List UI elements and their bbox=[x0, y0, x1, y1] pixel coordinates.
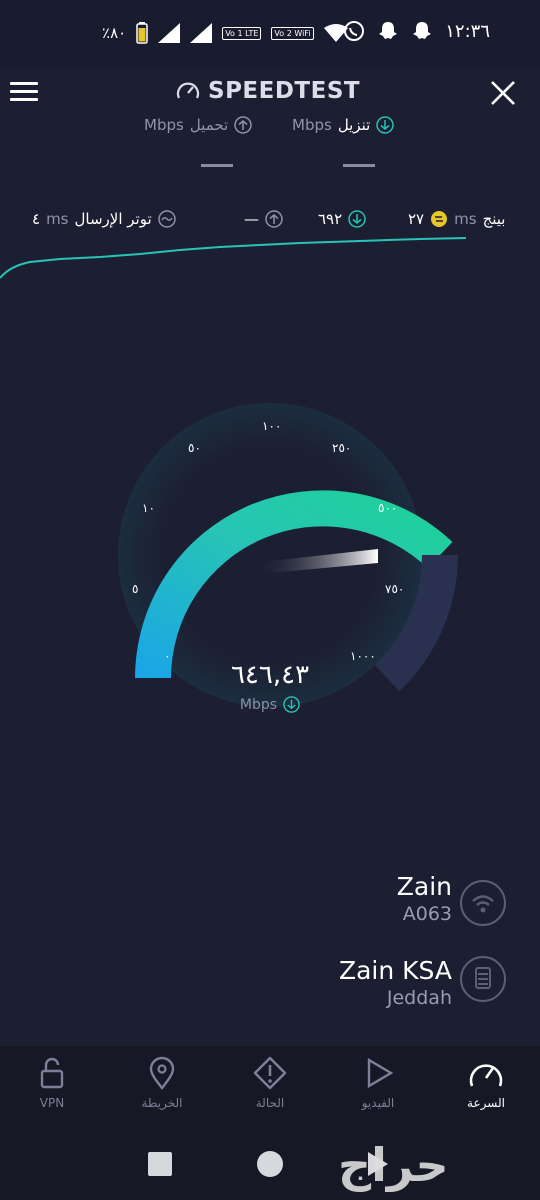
download-stat-value: ٦٩٢ bbox=[318, 210, 343, 228]
speed-graph-line bbox=[0, 237, 467, 279]
upload-label: تحميل bbox=[189, 116, 229, 134]
map-pin-icon bbox=[149, 1056, 175, 1090]
signal-icon-1 bbox=[158, 23, 181, 43]
gauge-tick-5: ٥ bbox=[132, 582, 138, 596]
download-metric-header: Mbps تنزيل bbox=[292, 116, 395, 134]
wifi-name: Zain bbox=[396, 872, 452, 901]
whatsapp-icon bbox=[344, 21, 365, 41]
sim2-badge: Vo 2 WiFi bbox=[271, 26, 314, 40]
wifi-sub: A063 bbox=[402, 903, 452, 925]
recents-button[interactable] bbox=[148, 1152, 172, 1176]
current-speed-unit-row: Mbps bbox=[0, 696, 540, 713]
lock-icon bbox=[40, 1057, 64, 1089]
wifi-info[interactable]: Zain A063 bbox=[397, 872, 452, 925]
status-bar: ٪٨٠ Vo 1 LTE Vo 2 WiFi ١٢:٣٦ bbox=[0, 0, 540, 68]
snapchat-icon-2 bbox=[413, 22, 432, 39]
speedometer-icon bbox=[176, 82, 200, 99]
app-title: SPEEDTEST bbox=[176, 78, 360, 104]
status-left: ٪٨٠ Vo 1 LTE Vo 2 WiFi bbox=[102, 22, 348, 44]
battery-percent: ٪٨٠ bbox=[102, 24, 127, 42]
current-speed-unit: Mbps bbox=[239, 696, 278, 713]
close-icon[interactable] bbox=[490, 80, 516, 106]
jitter-icon bbox=[157, 210, 176, 228]
download-label: تنزيل bbox=[337, 116, 371, 134]
gauge-tick-250: ٢٥٠ bbox=[332, 441, 351, 455]
ping-stat: ٢٧ ms بينج bbox=[408, 210, 505, 228]
home-button[interactable] bbox=[257, 1151, 283, 1177]
nav-speed[interactable]: السرعة bbox=[446, 1056, 526, 1110]
upload-stat-icon bbox=[265, 210, 283, 228]
upload-unit: Mbps bbox=[144, 116, 184, 134]
download-unit: Mbps bbox=[292, 116, 332, 134]
nav-map-label: الخريطة bbox=[141, 1096, 183, 1110]
provider-name: Zain KSA bbox=[338, 956, 452, 985]
download-value-placeholder bbox=[343, 164, 375, 167]
ping-icon bbox=[431, 211, 448, 227]
nav-status[interactable]: الحالة bbox=[230, 1056, 310, 1110]
upload-value-placeholder bbox=[201, 164, 233, 167]
status-right: ١٢:٣٦ bbox=[343, 20, 490, 42]
upload-stat-value: — bbox=[244, 210, 259, 228]
speedometer-nav-icon bbox=[469, 1064, 503, 1087]
gauge-tick-50: ٥٠ bbox=[188, 441, 201, 455]
download-indicator-icon bbox=[283, 696, 300, 713]
provider-info[interactable]: Zain KSA Jeddah bbox=[339, 956, 452, 1009]
ping-label: بينج bbox=[482, 210, 506, 228]
gauge-tick-10: ١٠ bbox=[142, 501, 155, 515]
ping-unit: ms bbox=[454, 210, 477, 228]
play-icon bbox=[367, 1057, 394, 1089]
jitter-stat: ٤ ms توتر الإرسال bbox=[32, 210, 176, 228]
upload-metric-header: Mbps تحميل bbox=[144, 116, 252, 134]
gauge-tick-750: ٧٥٠ bbox=[385, 582, 404, 596]
jitter-label: توتر الإرسال bbox=[74, 210, 152, 228]
nav-status-label: الحالة bbox=[255, 1096, 285, 1110]
nav-vpn-label: VPN bbox=[39, 1096, 65, 1110]
signal-icon-2 bbox=[190, 23, 213, 43]
title-text: SPEEDTEST bbox=[208, 78, 361, 104]
gauge-tick-500: ٥٠٠ bbox=[378, 501, 397, 515]
nav-map[interactable]: الخريطة bbox=[122, 1056, 202, 1110]
alert-icon bbox=[253, 1056, 287, 1090]
nav-video[interactable]: الفيديو bbox=[338, 1056, 418, 1110]
download-arrow-icon bbox=[376, 116, 395, 134]
upload-arrow-icon bbox=[234, 116, 252, 134]
sim1-badge: Vo 1 LTE bbox=[222, 26, 262, 40]
ping-value: ٢٧ bbox=[408, 210, 425, 228]
battery-icon bbox=[136, 22, 148, 44]
current-speed-value: ٦٤٦,٤٣ bbox=[230, 660, 310, 690]
nav-speed-label: السرعة bbox=[467, 1096, 505, 1110]
nav-vpn[interactable]: VPN bbox=[12, 1056, 92, 1110]
download-stat-icon bbox=[348, 210, 366, 228]
speed-gauge: ٠ ٥ ١٠ ٥٠ ١٠٠ ٢٥٠ ٥٠٠ ٧٥٠ ١٠٠٠ bbox=[118, 403, 458, 707]
wifi-icon bbox=[460, 880, 506, 926]
download-stat: ٦٩٢ bbox=[318, 210, 366, 228]
provider-location: Jeddah bbox=[386, 987, 452, 1009]
nav-video-label: الفيديو bbox=[361, 1096, 395, 1110]
clock: ١٢:٣٦ bbox=[445, 20, 490, 42]
jitter-value: ٤ bbox=[32, 210, 41, 228]
upload-stat: — bbox=[244, 210, 283, 228]
watermark-logo: حراج bbox=[338, 1138, 449, 1192]
server-icon bbox=[460, 956, 506, 1002]
snapchat-icon bbox=[379, 22, 398, 39]
gauge-tick-100: ١٠٠ bbox=[262, 419, 281, 433]
menu-icon[interactable] bbox=[10, 82, 38, 102]
jitter-unit: ms bbox=[46, 210, 69, 228]
